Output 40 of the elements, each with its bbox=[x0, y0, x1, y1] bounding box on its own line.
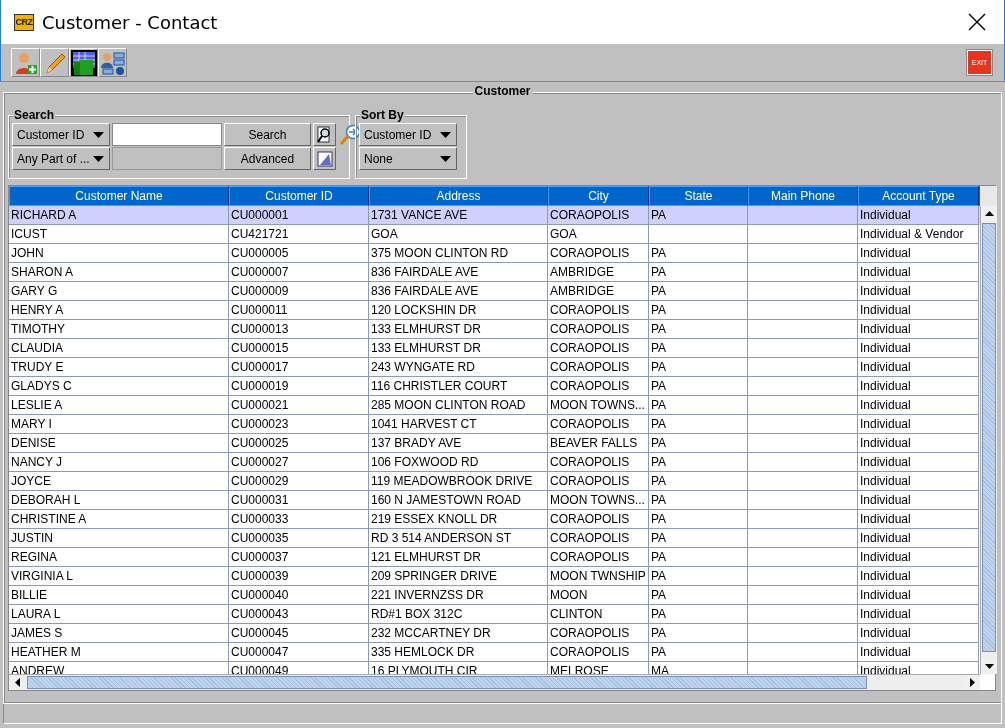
dropdown-arrow-icon bbox=[93, 131, 104, 138]
table-book-icon bbox=[70, 49, 97, 76]
clear-button[interactable] bbox=[313, 147, 336, 170]
sort-dropdown[interactable]: Customer ID bbox=[359, 123, 457, 146]
advanced-button[interactable]: Advanced bbox=[224, 147, 311, 170]
add-customer-button[interactable] bbox=[11, 48, 40, 77]
up-arrow-icon bbox=[984, 211, 994, 216]
match-type-dropdown[interactable]: Any Part of ... bbox=[12, 147, 110, 170]
column-header[interactable]: Customer ID bbox=[229, 186, 369, 206]
search-button[interactable]: Search bbox=[224, 123, 311, 146]
window-title: Customer - Contact bbox=[42, 11, 219, 33]
edit-button[interactable] bbox=[40, 48, 69, 77]
dropdown-arrow-icon bbox=[440, 131, 451, 138]
down-arrow-icon bbox=[984, 664, 994, 669]
panel-title: Customer bbox=[472, 84, 533, 98]
column-header[interactable]: State bbox=[649, 186, 748, 206]
person-add-icon bbox=[13, 50, 38, 75]
dropdown-arrow-icon bbox=[93, 155, 104, 162]
right-arrow-icon bbox=[969, 678, 975, 687]
column-header[interactable]: Account Type bbox=[858, 186, 979, 206]
vertical-scrollbar[interactable] bbox=[980, 206, 997, 674]
person-card-icon bbox=[99, 49, 126, 76]
sort-dropdown[interactable]: None bbox=[359, 147, 457, 170]
column-header[interactable]: Main Phone bbox=[748, 186, 858, 206]
grid-view-button[interactable] bbox=[69, 48, 98, 77]
group-title: Sort By bbox=[360, 108, 405, 122]
table-corner bbox=[980, 186, 997, 206]
customer-info-button[interactable] bbox=[98, 48, 127, 77]
horizontal-scrollbar[interactable] bbox=[9, 674, 980, 690]
column-header[interactable]: Customer Name bbox=[9, 186, 229, 206]
app-logo: CRZ bbox=[14, 13, 34, 31]
find-button[interactable] bbox=[313, 123, 336, 146]
search-field-dropdown[interactable]: Customer ID bbox=[12, 123, 110, 146]
left-arrow-icon bbox=[14, 678, 20, 687]
column-header[interactable]: City bbox=[548, 186, 649, 206]
column-header[interactable]: Address bbox=[369, 186, 548, 206]
close-icon bbox=[968, 13, 986, 31]
search-input[interactable] bbox=[112, 123, 222, 146]
dropdown-arrow-icon bbox=[440, 155, 451, 162]
group-title: Search bbox=[13, 108, 56, 122]
